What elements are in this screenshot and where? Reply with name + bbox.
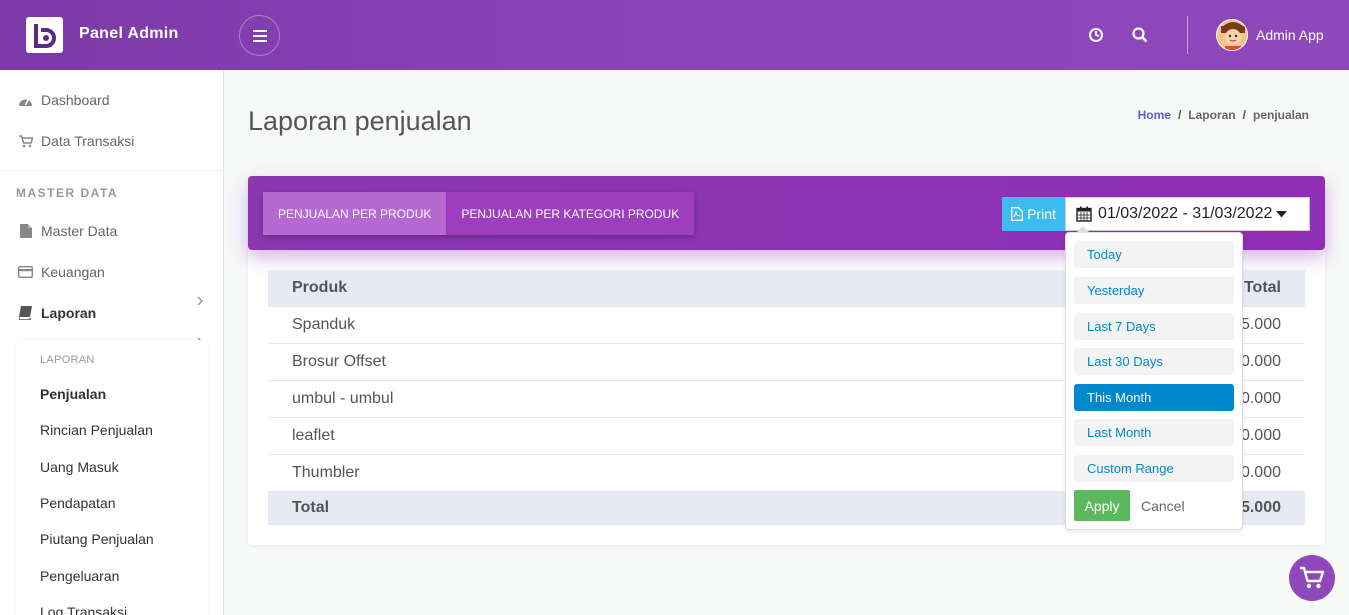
dashboard-icon (18, 93, 33, 108)
sidebar-item-data-transaksi[interactable]: Data Transaksi (18, 131, 134, 151)
date-range-dropdown: Today Yesterday Last 7 Days Last 30 Days… (1065, 226, 1243, 530)
print-button[interactable]: Print (1002, 197, 1065, 231)
sidebar-item-laporan[interactable]: Laporan (18, 303, 96, 323)
page-title: Laporan penjualan (248, 106, 472, 136)
history-button[interactable] (1087, 26, 1105, 44)
range-this-month[interactable]: This Month (1074, 384, 1234, 411)
laporan-submenu: LAPORAN Penjualan Rincian Penjualan Uang… (16, 340, 208, 615)
apply-button[interactable]: Apply (1074, 490, 1130, 521)
cell-produk: Brosur Offset (268, 343, 921, 381)
submenu-item-pengeluaran[interactable]: Pengeluaran (40, 568, 119, 584)
range-custom[interactable]: Custom Range (1074, 455, 1234, 482)
chevron-right-icon (197, 296, 204, 306)
breadcrumb-laporan[interactable]: Laporan (1188, 108, 1235, 122)
submenu-item-pendapatan[interactable]: Pendapatan (40, 495, 116, 511)
sidebar-item-master-data[interactable]: Master Data (18, 221, 117, 241)
search-button[interactable] (1131, 26, 1149, 44)
breadcrumb: Home / Laporan / penjualan (1137, 108, 1309, 122)
sidebar-item-dashboard[interactable]: Dashboard (18, 90, 110, 110)
breadcrumb-penjualan: penjualan (1252, 108, 1309, 122)
pdf-file-icon (1011, 207, 1024, 221)
report-tabs: PENJUALAN PER PRODUK PENJUALAN PER KATEG… (263, 192, 695, 235)
date-range-picker[interactable]: 01/03/2022 - 31/03/2022 (1065, 197, 1310, 231)
book-icon (18, 306, 33, 321)
range-last-7-days[interactable]: Last 7 Days (1074, 313, 1234, 340)
brand-logo[interactable] (26, 17, 63, 53)
sidebar-section-title: MASTER DATA (16, 186, 119, 200)
tab-penjualan-per-kategori-produk[interactable]: PENJUALAN PER KATEGORI PRODUK (446, 192, 695, 235)
top-navbar: Panel Admin Admin App (0, 0, 1349, 70)
sidebar-divider (0, 170, 224, 171)
avatar[interactable] (1216, 19, 1248, 51)
range-yesterday[interactable]: Yesterday (1074, 277, 1234, 304)
card-icon (18, 265, 33, 280)
cart-icon (18, 134, 33, 149)
menu-icon (252, 29, 267, 42)
range-last-30-days[interactable]: Last 30 Days (1074, 348, 1234, 375)
caret-down-icon (1276, 210, 1288, 218)
user-avatar-icon (1217, 20, 1247, 50)
tab-penjualan-per-produk[interactable]: PENJUALAN PER PRODUK (263, 192, 447, 235)
cancel-button[interactable]: Cancel (1141, 498, 1185, 514)
cell-produk: leaflet (268, 417, 921, 455)
submenu-item-uang-masuk[interactable]: Uang Masuk (40, 459, 119, 475)
cell-produk: Spanduk (268, 306, 921, 344)
calendar-icon (1076, 206, 1092, 222)
footer-label: Total (268, 491, 921, 525)
cell-produk: umbul - umbul (268, 380, 921, 418)
submenu-item-rincian-penjualan[interactable]: Rincian Penjualan (40, 422, 153, 438)
range-today[interactable]: Today (1074, 241, 1234, 268)
cart-floating-button[interactable] (1289, 555, 1335, 601)
search-icon (1132, 27, 1148, 43)
column-header-produk: Produk (268, 270, 921, 307)
range-last-month[interactable]: Last Month (1074, 419, 1234, 446)
file-icon (18, 224, 33, 239)
submenu-item-piutang-penjualan[interactable]: Piutang Penjualan (40, 531, 154, 547)
user-name[interactable]: Admin App (1256, 27, 1324, 43)
shopping-cart-icon (1300, 566, 1325, 589)
submenu-title: LAPORAN (40, 354, 95, 366)
logo-icon (33, 24, 56, 48)
navbar-divider (1187, 16, 1188, 54)
submenu-item-penjualan[interactable]: Penjualan (40, 386, 106, 402)
breadcrumb-home[interactable]: Home (1138, 108, 1171, 122)
sidebar-item-keuangan[interactable]: Keuangan (18, 262, 105, 282)
menu-toggle-button[interactable] (239, 15, 280, 56)
brand-name[interactable]: Panel Admin (79, 25, 179, 43)
sidebar: Dashboard Data Transaksi MASTER DATA Mas… (0, 70, 224, 615)
clock-icon (1089, 28, 1103, 42)
submenu-item-log-transaksi[interactable]: Log Transaksi (40, 604, 127, 615)
cell-produk: Thumbler (268, 454, 921, 492)
date-range-value: 01/03/2022 - 31/03/2022 (1098, 205, 1273, 222)
